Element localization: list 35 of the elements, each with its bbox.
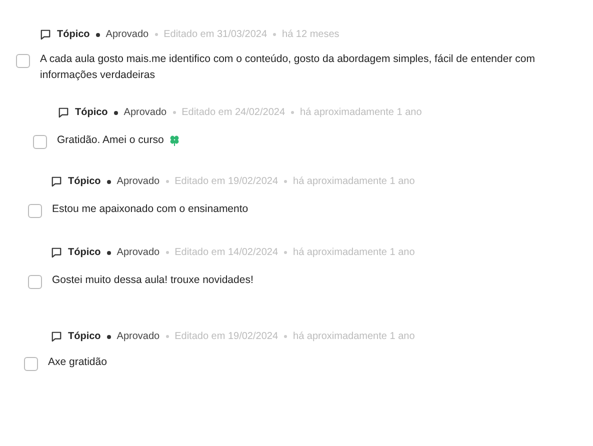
comment-text: A cada aula gosto mais.me identifico com o conteúdo, gosto da abordagem simples, fácil de entender com informações verdadeiras xyxy=(40,52,536,83)
status-label: Aprovado xyxy=(116,175,160,189)
edited-date: Editado em 19/02/2024 xyxy=(174,330,278,344)
comment-text: Estou me apaixonado com o ensinamento xyxy=(52,202,248,217)
topic-label: Tópico xyxy=(68,246,101,260)
checkbox[interactable] xyxy=(33,135,47,149)
status-label: Aprovado xyxy=(124,106,167,120)
topic-label: Tópico xyxy=(68,175,101,189)
status-label: Aprovado xyxy=(116,330,160,344)
comment-icon xyxy=(51,176,62,187)
comment-text: Axe gratidão xyxy=(48,355,107,370)
time-ago: há aproximadamente 1 ano xyxy=(293,246,415,260)
checkbox[interactable] xyxy=(24,357,38,371)
topic-label: Tópico xyxy=(57,28,90,42)
comment-icon xyxy=(51,247,62,258)
comment-icon xyxy=(51,331,62,342)
time-ago: há aproximadamente 1 ano xyxy=(293,330,415,344)
checkbox[interactable] xyxy=(28,204,42,218)
checkbox[interactable] xyxy=(28,275,42,289)
topic-label: Tópico xyxy=(68,330,101,344)
comment-icon xyxy=(58,107,69,118)
comment-text: Gratidão. Amei o curso xyxy=(57,133,164,148)
edited-date: Editado em 31/03/2024 xyxy=(164,28,268,42)
topic-label: Tópico xyxy=(75,106,108,120)
edited-date: Editado em 14/02/2024 xyxy=(174,246,278,260)
edited-date: Editado em 19/02/2024 xyxy=(174,175,278,189)
comment-icon xyxy=(40,29,51,40)
time-ago: há aproximadamente 1 ano xyxy=(293,175,415,189)
time-ago: há 12 meses xyxy=(282,28,340,42)
edited-date: Editado em 24/02/2024 xyxy=(182,106,286,120)
checkbox[interactable] xyxy=(16,54,30,68)
time-ago: há aproximadamente 1 ano xyxy=(300,106,422,120)
status-label: Aprovado xyxy=(106,28,149,42)
status-label: Aprovado xyxy=(116,246,160,260)
comment-text: Gostei muito dessa aula! trouxe novidades! xyxy=(52,273,254,288)
